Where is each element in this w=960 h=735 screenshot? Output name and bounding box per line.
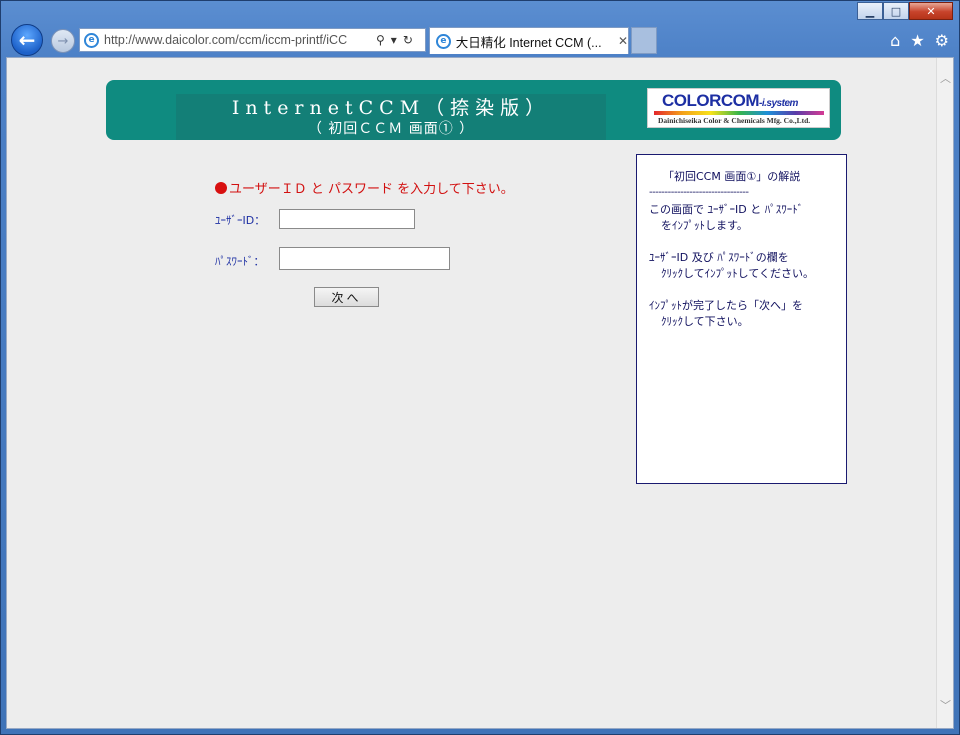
colorcom-logo: COLORCOM-i.system Dainichiseika Color & …: [647, 88, 830, 128]
tab-active[interactable]: e 大日精化 Internet CCM (... ✕: [429, 27, 629, 54]
help-p3-line2: ｸﾘｯｸして下さい。: [661, 315, 749, 328]
address-url[interactable]: http://www.daicolor.com/ccm/iccm-printf/…: [104, 33, 372, 47]
user-id-label: ﾕｰｻﾞｰID：: [215, 214, 266, 227]
help-p1-line2: をｲﾝﾌﾟｯﾄします。: [661, 219, 748, 232]
window-controls: ▁ □ ✕: [857, 2, 953, 20]
user-id-input[interactable]: [279, 209, 415, 229]
instruction-text: ユーザーＩＤ と パスワード を入力して下さい。: [229, 182, 514, 197]
next-button[interactable]: 次へ: [314, 287, 379, 307]
dropdown-icon[interactable]: ▾: [391, 33, 397, 47]
new-tab-button[interactable]: [631, 27, 657, 54]
help-paragraph-2: ﾕｰｻﾞｰID 及び ﾊﾟｽﾜｰﾄﾞの欄を ｸﾘｯｸしてｲﾝﾌﾟｯﾄしてください…: [649, 250, 836, 282]
help-p3-line1: ｲﾝﾌﾟｯﾄが完了したら「次へ」を: [649, 299, 803, 312]
home-icon[interactable]: ⌂: [890, 31, 900, 50]
login-instruction: ユーザーＩＤ と パスワード を入力して下さい。: [215, 178, 514, 197]
help-paragraph-1: この画面で ﾕｰｻﾞｰID と ﾊﾟｽﾜｰﾄﾞ をｲﾝﾌﾟｯﾄします。: [649, 202, 836, 234]
ie-tab-icon: e: [436, 33, 451, 49]
red-dot-icon: [215, 181, 227, 194]
vertical-scrollbar[interactable]: ︿ ﹀: [936, 58, 953, 728]
help-p1-line1: この画面で ﾕｰｻﾞｰID と ﾊﾟｽﾜｰﾄﾞ: [649, 203, 804, 216]
logo-main-text: COLORCOM: [662, 91, 760, 110]
ie-page-icon: e: [84, 32, 99, 48]
help-paragraph-3: ｲﾝﾌﾟｯﾄが完了したら「次へ」を ｸﾘｯｸして下さい。: [649, 298, 836, 330]
password-label: ﾊﾟｽﾜｰﾄﾞ：: [215, 255, 265, 268]
page-subtitle: （ 初回ＣＣＭ 画面① ）: [307, 121, 475, 137]
header-banner: InternetCCM（捺染版） （ 初回ＣＣＭ 画面① ） COLORCOM-…: [106, 80, 841, 140]
search-icon[interactable]: ⚲: [376, 33, 385, 47]
refresh-icon[interactable]: ↻: [403, 33, 413, 47]
help-divider: --------------------------------: [649, 187, 749, 198]
arrow-left-icon: ←: [18, 28, 36, 52]
help-title: 「初回CCM 画面①」の解説: [663, 170, 801, 183]
back-button[interactable]: ←: [11, 24, 43, 56]
close-button[interactable]: ✕: [909, 2, 953, 20]
forward-button[interactable]: →: [51, 29, 75, 53]
minimize-button[interactable]: ▁: [857, 2, 883, 20]
page-viewport: InternetCCM（捺染版） （ 初回ＣＣＭ 画面① ） COLORCOM-…: [6, 57, 954, 729]
help-panel: 「初回CCM 画面①」の解説 -------------------------…: [636, 154, 847, 484]
logo-suffix-text: -i.system: [759, 98, 798, 109]
browser-window: ▁ □ ✕ ← → e http://www.daicolor.com/ccm/…: [0, 0, 960, 735]
tab-close-icon[interactable]: ✕: [618, 34, 628, 48]
scroll-down-icon[interactable]: ﹀: [937, 697, 954, 714]
logo-company-text: Dainichiseika Color & Chemicals Mfg. Co.…: [658, 116, 811, 125]
logo-color-bar: [654, 111, 824, 115]
password-input[interactable]: [279, 247, 450, 270]
favorites-star-icon[interactable]: ★: [910, 31, 924, 50]
address-bar[interactable]: e http://www.daicolor.com/ccm/iccm-print…: [79, 28, 426, 52]
gear-icon[interactable]: ⚙: [935, 31, 949, 50]
help-p2-line1: ﾕｰｻﾞｰID 及び ﾊﾟｽﾜｰﾄﾞの欄を: [649, 251, 789, 264]
maximize-button[interactable]: □: [883, 2, 909, 20]
arrow-right-icon: →: [57, 33, 69, 49]
help-p2-line2: ｸﾘｯｸしてｲﾝﾌﾟｯﾄしてください。: [661, 267, 815, 280]
tab-title: 大日精化 Internet CCM (...: [455, 35, 602, 50]
scroll-up-icon[interactable]: ︿: [937, 70, 954, 87]
page-title: InternetCCM（捺染版）: [231, 97, 551, 119]
browser-toolbar: ← → e http://www.daicolor.com/ccm/iccm-p…: [1, 21, 959, 57]
